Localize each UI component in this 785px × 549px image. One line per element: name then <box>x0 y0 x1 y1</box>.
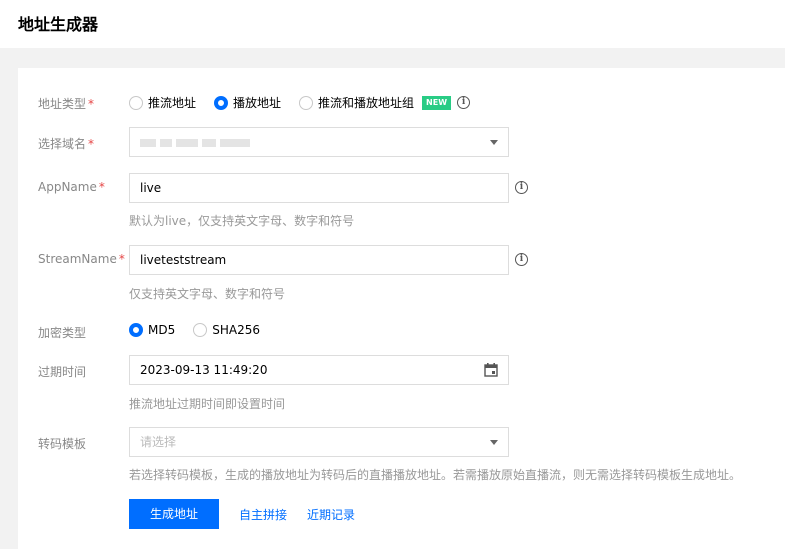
expire-time-help: 推流地址过期时间即设置时间 <box>129 397 286 411</box>
required-mark: * <box>98 180 105 194</box>
radio-push-and-play-group[interactable]: 推流和播放地址组 <box>299 94 414 111</box>
calendar-icon[interactable] <box>484 363 498 377</box>
encryption-radio-group: MD5 SHA256 <box>129 323 278 337</box>
info-icon[interactable]: i <box>457 96 471 109</box>
stream-name-input[interactable]: liveteststream <box>129 245 509 275</box>
expire-time-label: 过期时间 <box>38 365 87 379</box>
stream-name-label-text: StreamName <box>38 252 117 266</box>
domain-label-text: 选择域名 <box>38 137 87 151</box>
expire-time-value: 2023-09-13 11:49:20 <box>140 363 268 377</box>
info-icon[interactable]: i <box>515 253 528 266</box>
radio-label: 播放地址 <box>233 96 282 110</box>
info-icon[interactable]: i <box>515 181 528 194</box>
generate-address-button[interactable]: 生成地址 <box>129 499 219 529</box>
transcode-template-help: 若选择转码模板，生成的播放地址为转码后的直播播放地址。若需播放原始直播流，则无需… <box>129 468 742 482</box>
required-mark: * <box>118 252 125 266</box>
radio-circle[interactable] <box>299 95 314 110</box>
app-name-label: AppName * <box>38 180 105 194</box>
custom-splice-link[interactable]: 自主拼接 <box>239 506 287 523</box>
app-name-input[interactable]: live <box>129 173 509 203</box>
radio-label: 推流地址 <box>148 96 197 110</box>
radio-circle[interactable] <box>193 323 208 337</box>
expire-time-picker[interactable]: 2023-09-13 11:49:20 <box>129 355 509 385</box>
chevron-down-icon <box>490 140 498 145</box>
app-name-help: 默认为live，仅支持英文字母、数字和符号 <box>129 214 355 228</box>
transcode-template-select[interactable]: 请选择 <box>129 427 509 457</box>
radio-play-address[interactable]: 播放地址 <box>214 94 281 111</box>
domain-select[interactable] <box>129 127 509 157</box>
transcode-template-label: 转码模板 <box>38 437 87 451</box>
page-title: 地址生成器 <box>18 15 99 34</box>
address-type-radio-group: 推流地址 播放地址 推流和播放地址组 NEW i <box>129 94 471 111</box>
radio-label: 推流和播放地址组 <box>318 96 415 110</box>
stream-name-help: 仅支持英文字母、数字和符号 <box>129 287 286 301</box>
redacted-domain-value <box>140 139 250 147</box>
recent-records-link[interactable]: 近期记录 <box>307 506 355 523</box>
encryption-label: 加密类型 <box>38 326 87 340</box>
radio-circle[interactable] <box>129 95 143 110</box>
radio-md5[interactable]: MD5 <box>129 323 175 337</box>
stream-name-label: StreamName * <box>38 252 125 266</box>
radio-sha256[interactable]: SHA256 <box>193 323 260 337</box>
required-mark: * <box>88 137 95 151</box>
address-type-label-text: 地址类型 <box>38 97 87 111</box>
radio-label: SHA256 <box>212 323 260 337</box>
address-type-label: 地址类型 * <box>38 95 94 112</box>
radio-push-address[interactable]: 推流地址 <box>129 94 196 111</box>
new-badge: NEW <box>422 95 452 110</box>
radio-circle-checked[interactable] <box>129 323 143 337</box>
transcode-placeholder: 请选择 <box>140 435 177 449</box>
chevron-down-icon <box>490 440 498 445</box>
radio-circle-checked[interactable] <box>214 95 229 110</box>
app-name-label-text: AppName <box>38 180 97 194</box>
domain-label: 选择域名 * <box>38 135 94 152</box>
radio-label: MD5 <box>148 323 176 337</box>
header-bar: 地址生成器 <box>0 0 785 48</box>
required-mark: * <box>88 97 95 111</box>
